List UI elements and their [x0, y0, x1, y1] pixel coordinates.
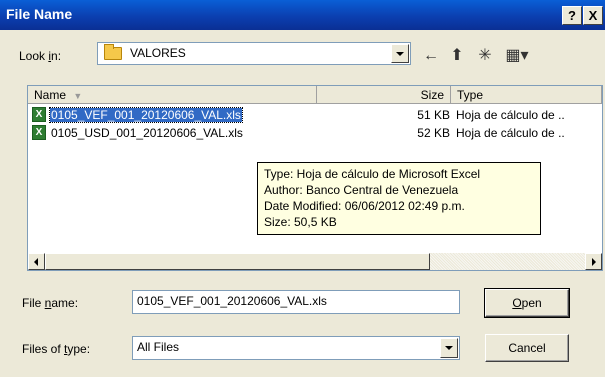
file-row[interactable]: X 0105_USD_001_20120606_VAL.xls 52 KB Ho…: [28, 124, 602, 142]
open-button[interactable]: Open: [484, 288, 570, 318]
lookin-value: VALORES: [130, 46, 186, 60]
lookin-dropdown[interactable]: VALORES: [97, 42, 411, 65]
file-name[interactable]: 0105_VEF_001_20120606_VAL.xls: [49, 107, 243, 123]
back-icon[interactable]: ←: [418, 44, 444, 68]
new-folder-icon[interactable]: ✳: [472, 44, 498, 68]
excel-file-icon: X: [32, 107, 46, 122]
scrollbar-thumb[interactable]: [45, 253, 430, 270]
file-row[interactable]: X 0105_VEF_001_20120606_VAL.xls 51 KB Ho…: [28, 106, 602, 124]
filetype-dropdown[interactable]: All Files: [132, 336, 460, 360]
scroll-left-icon[interactable]: [28, 253, 45, 270]
column-header-size[interactable]: Size: [317, 86, 451, 104]
title-bar[interactable]: File Name ? X: [0, 0, 605, 30]
window-title: File Name: [6, 6, 73, 22]
up-folder-icon[interactable]: ⬆: [444, 44, 470, 68]
cancel-button[interactable]: Cancel: [485, 334, 569, 362]
filetype-value: All Files: [137, 340, 180, 354]
help-button[interactable]: ?: [562, 6, 582, 25]
file-info-tooltip: Type: Hoja de cálculo de Microsoft Excel…: [257, 162, 541, 235]
views-menu-icon[interactable]: ▦▾: [500, 44, 534, 68]
filename-label: File name:: [22, 296, 79, 310]
excel-file-icon: X: [32, 125, 46, 140]
column-header-name[interactable]: Name ▼: [28, 86, 317, 104]
file-size: 51 KB: [417, 108, 450, 122]
file-size: 52 KB: [417, 126, 450, 140]
file-name[interactable]: 0105_USD_001_20120606_VAL.xls: [50, 126, 244, 140]
folder-icon: [104, 44, 122, 60]
file-type: Hoja de cálculo de ..: [456, 108, 565, 122]
chevron-down-icon[interactable]: [391, 44, 409, 63]
filetype-label: Files of type:: [22, 342, 91, 356]
file-type: Hoja de cálculo de ..: [456, 126, 565, 140]
chevron-down-icon[interactable]: [440, 338, 458, 358]
column-header-type[interactable]: Type: [451, 86, 602, 104]
close-button[interactable]: X: [583, 6, 603, 25]
lookin-label: Look in:: [19, 49, 62, 63]
sort-arrow-icon: ▼: [73, 91, 83, 101]
filename-input[interactable]: 0105_VEF_001_20120606_VAL.xls: [132, 290, 460, 314]
horizontal-scrollbar[interactable]: [28, 253, 602, 270]
scroll-right-icon[interactable]: [585, 253, 602, 270]
file-list[interactable]: Name ▼ Size Type X 0105_VEF_001_20120606…: [27, 85, 603, 271]
